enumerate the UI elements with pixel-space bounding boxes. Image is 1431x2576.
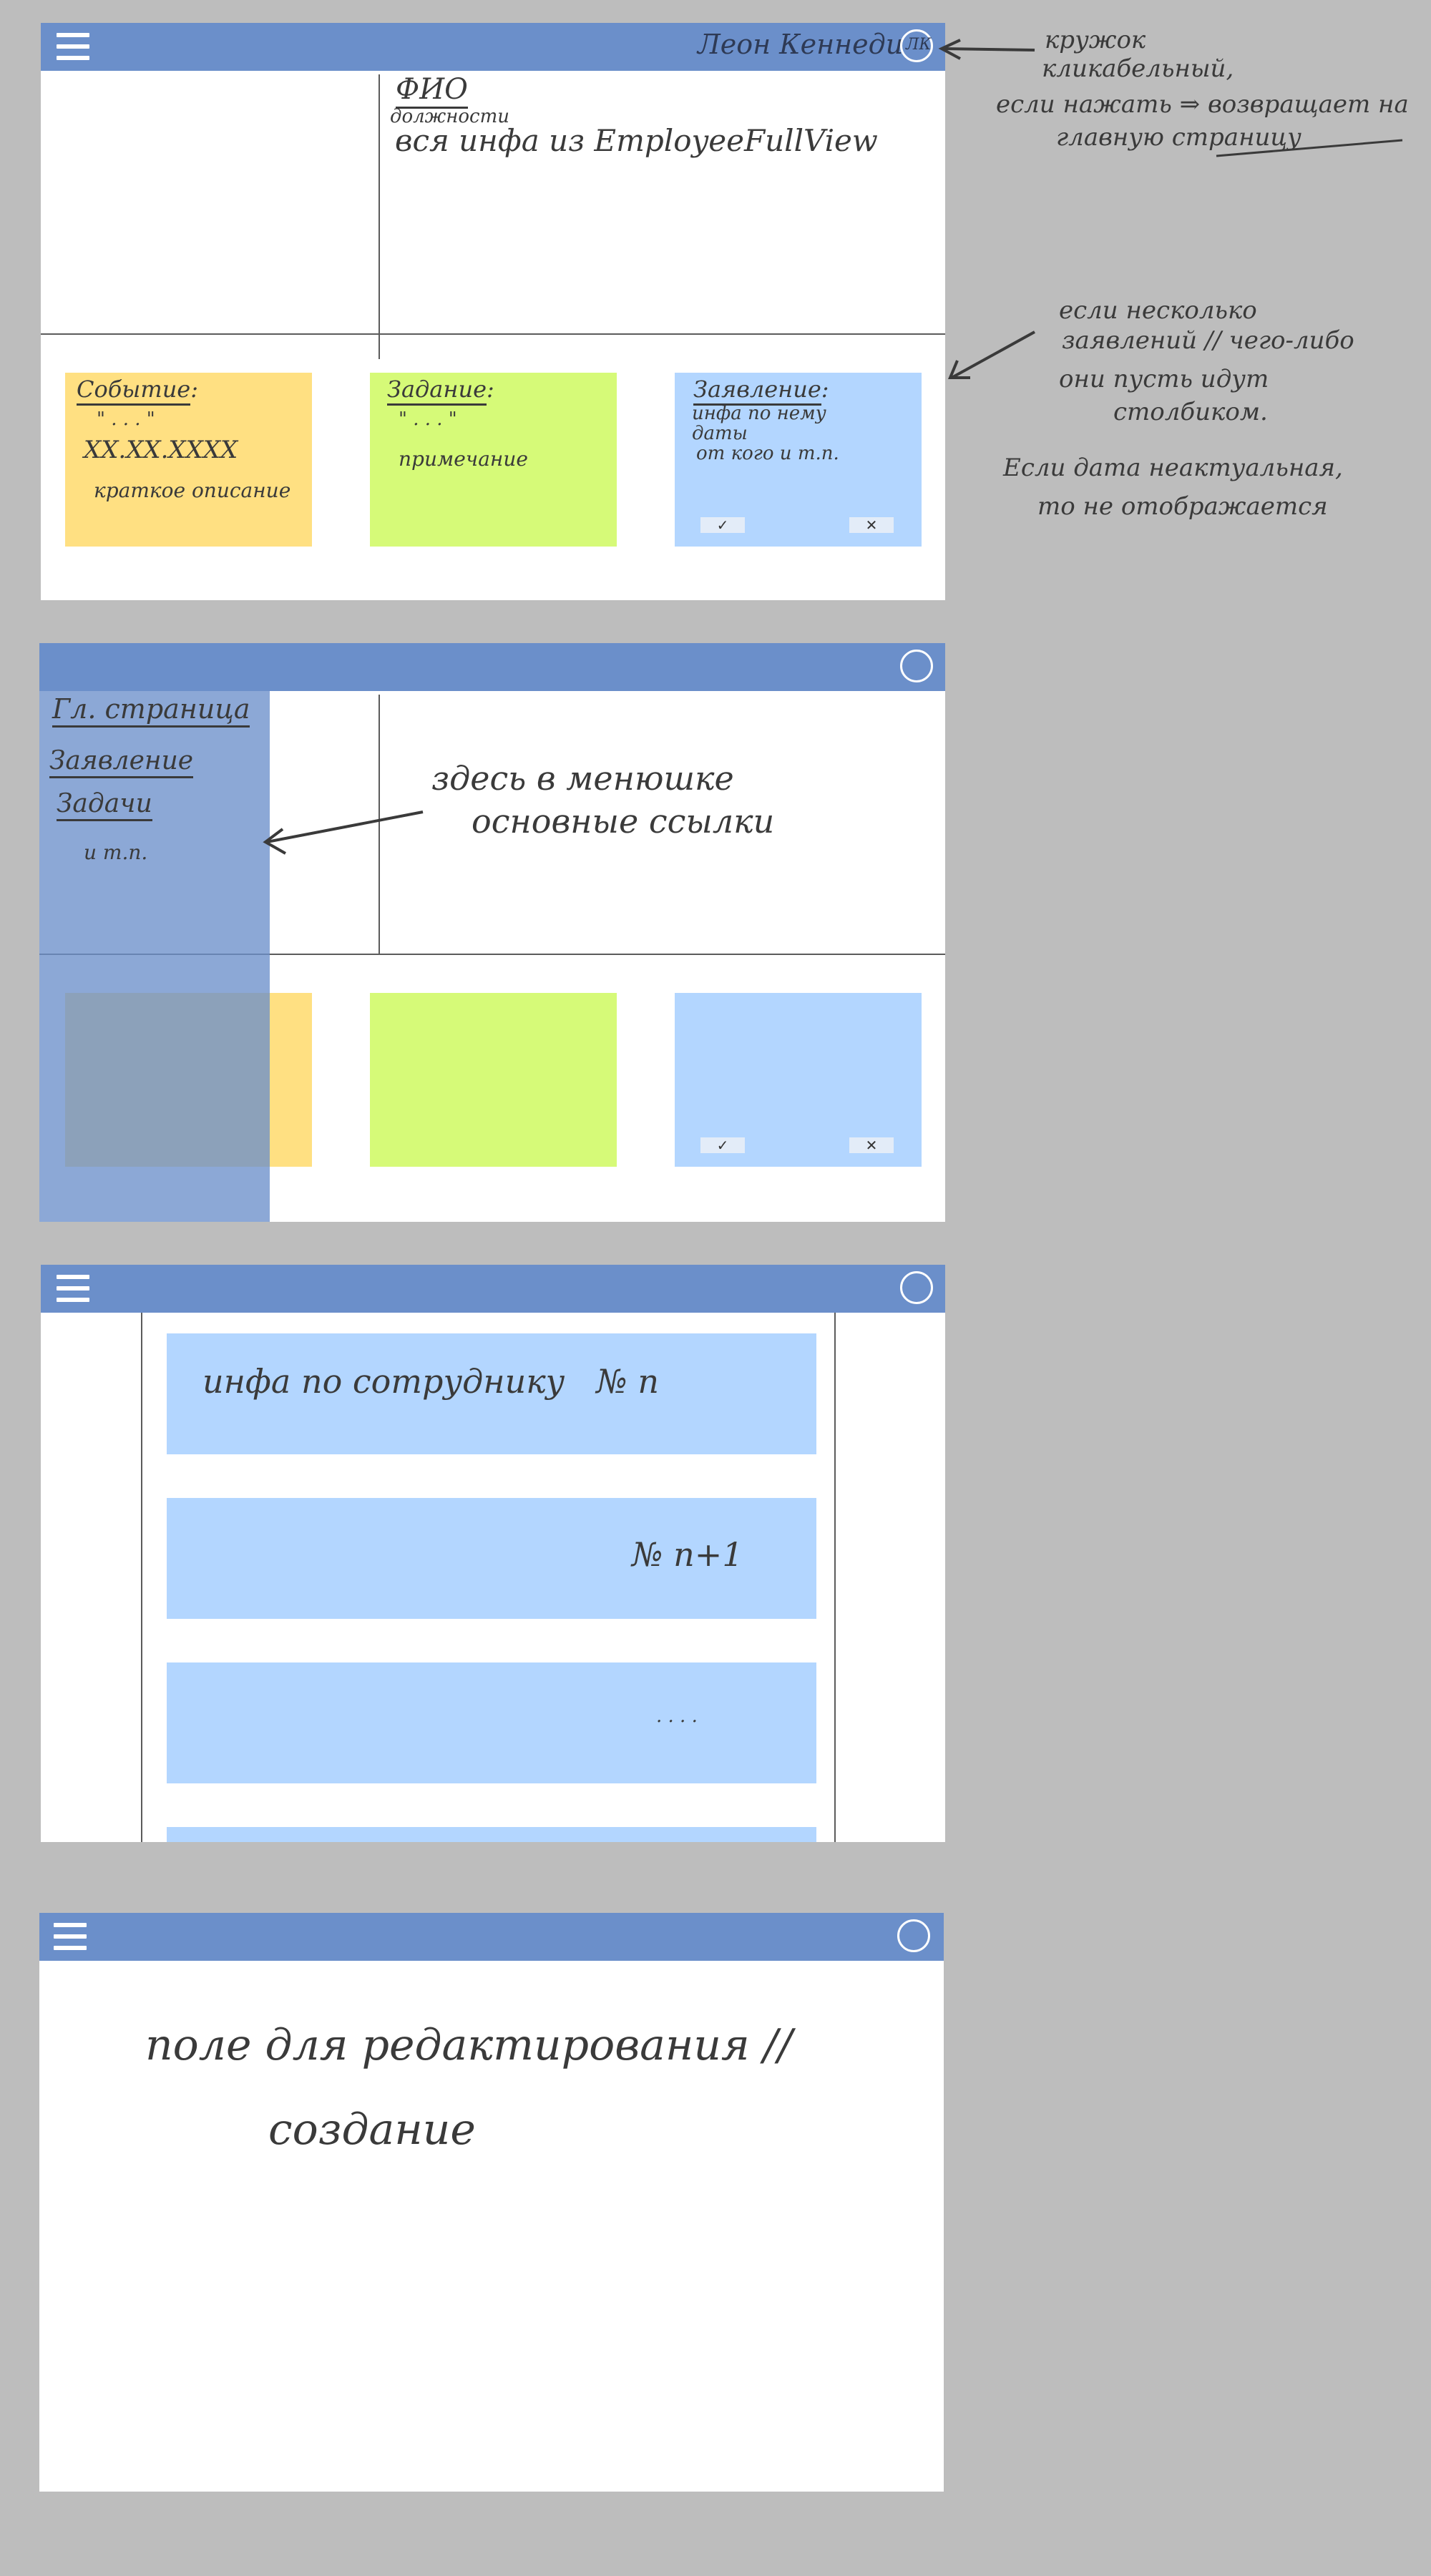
- cards-annotation-arrow: [951, 330, 1035, 379]
- annotation-arrows: [938, 39, 1403, 379]
- avatar-annotation-arrow: [942, 47, 1035, 52]
- avatar-annotation-underline: [1216, 139, 1403, 157]
